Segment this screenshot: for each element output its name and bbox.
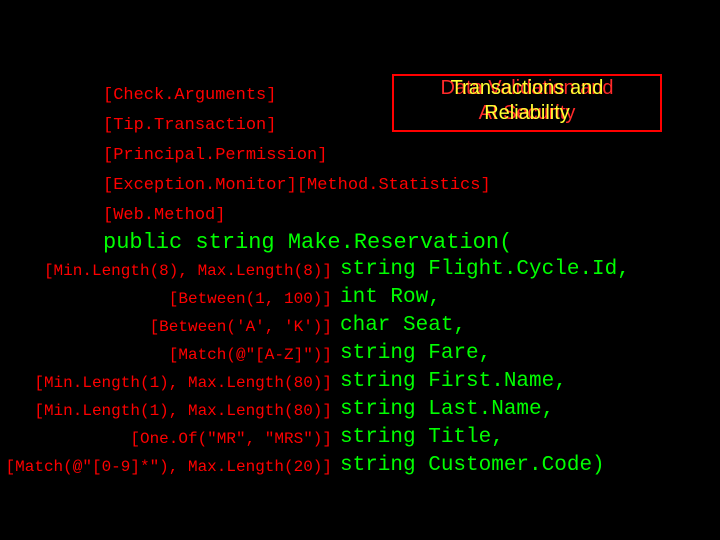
param-attr-0: [Min.Length(8), Max.Length(8)] xyxy=(44,262,332,280)
param-attr-6: [One.Of("MR", "MRS")] xyxy=(130,430,332,448)
method-attr-exception-and-stats: [Exception.Monitor][Method.Statistics] xyxy=(103,176,491,195)
method-attr-principal-permission: [Principal.Permission] xyxy=(103,146,327,165)
param-code-4: string First.Name, xyxy=(340,370,567,393)
param-code-5: string Last.Name, xyxy=(340,398,554,421)
method-signature: public string Make.Reservation( xyxy=(103,230,512,255)
method-attr-tip-transaction: [Tip.Transaction] xyxy=(103,116,276,135)
param-attr-5: [Min.Length(1), Max.Length(80)] xyxy=(34,402,332,420)
param-attr-4: [Min.Length(1), Max.Length(80)] xyxy=(34,374,332,392)
method-attr-web-method: [Web.Method] xyxy=(103,206,225,225)
param-attr-1: [Between(1, 100)] xyxy=(169,290,332,308)
param-code-2: char Seat, xyxy=(340,314,466,337)
param-attr-7: [Match(@"[0-9]*"), Max.Length(20)] xyxy=(6,458,332,476)
param-code-0: string Flight.Cycle.Id, xyxy=(340,258,630,281)
param-code-3: string Fare, xyxy=(340,342,491,365)
param-code-1: int Row, xyxy=(340,286,441,309)
param-code-7: string Customer.Code) xyxy=(340,454,605,477)
method-attr-check-arguments: [Check.Arguments] xyxy=(103,86,276,105)
slide-stage: Data Validation and AI Security Transact… xyxy=(0,0,720,540)
param-code-6: string Title, xyxy=(340,426,504,449)
param-attr-3: [Match(@"[A-Z]")] xyxy=(169,346,332,364)
title-box xyxy=(392,74,662,132)
param-attr-2: [Between('A', 'K')] xyxy=(150,318,332,336)
